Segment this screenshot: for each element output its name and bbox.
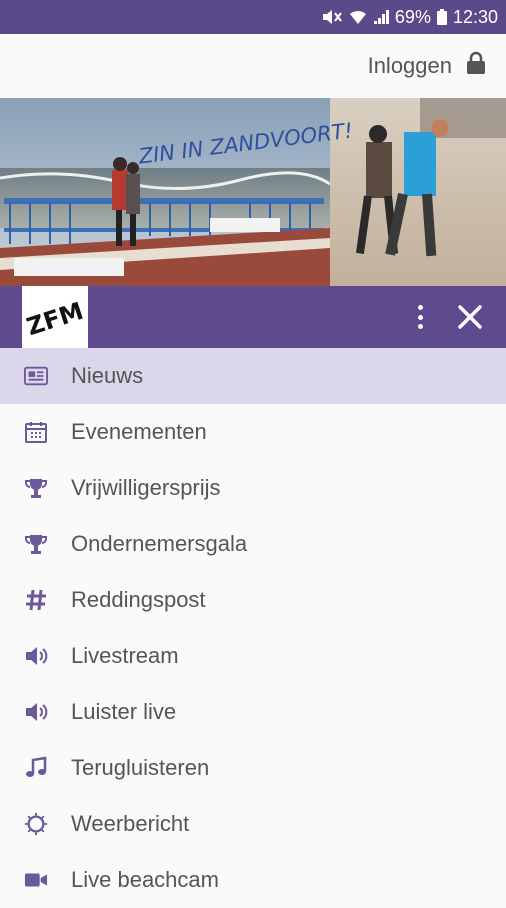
menu-item-reddingspost[interactable]: Reddingspost xyxy=(0,572,506,628)
header-banner-image: ZIN IN ZANDVOORT! xyxy=(0,98,506,286)
speaker-icon xyxy=(24,700,48,724)
clock: 12:30 xyxy=(452,6,498,27)
trophy-icon xyxy=(24,532,48,556)
status-bar: 69% 12:30 xyxy=(0,0,506,34)
speaker-icon xyxy=(24,644,48,668)
calendar-icon xyxy=(24,420,48,444)
menu-item-label: Terugluisteren xyxy=(71,755,210,780)
menu-item-label: Luister live xyxy=(71,699,177,724)
signal-icon xyxy=(373,9,389,25)
menu-item-evenementen[interactable]: Evenementen xyxy=(0,404,506,460)
menu-item-label: Weerbericht xyxy=(71,811,190,836)
menu-item-label: Reddingspost xyxy=(71,587,206,612)
menu-item-label: Ondernemersgala xyxy=(71,531,248,556)
menu-item-label: Nieuws xyxy=(71,363,144,388)
menu-item-terugluisteren[interactable]: Terugluisteren xyxy=(0,740,506,796)
close-icon[interactable] xyxy=(456,303,484,331)
lock-icon[interactable] xyxy=(466,51,486,81)
more-options-icon[interactable] xyxy=(412,302,428,332)
wifi-icon xyxy=(349,9,367,25)
sun-icon xyxy=(24,812,48,836)
mute-icon xyxy=(321,9,343,25)
video-camera-icon xyxy=(24,868,48,892)
zfm-logo: ZFM xyxy=(22,286,88,348)
menu-item-label: Livestream xyxy=(71,643,179,668)
navigation-menu: Nieuws Evenementen Vrijwilligersprijs On… xyxy=(0,348,506,908)
menu-item-weerbericht[interactable]: Weerbericht xyxy=(0,796,506,852)
battery-icon xyxy=(436,9,447,25)
menu-item-label: Evenementen xyxy=(71,419,207,444)
menu-item-label: Live beachcam xyxy=(71,867,219,892)
menu-item-nieuws[interactable]: Nieuws xyxy=(0,348,506,404)
menu-item-livestream[interactable]: Livestream xyxy=(0,628,506,684)
menu-item-label: Vrijwilligersprijs xyxy=(71,475,221,500)
battery-percentage: 69% xyxy=(394,6,431,27)
login-bar: Inloggen xyxy=(0,34,506,98)
menu-item-luister-live[interactable]: Luister live xyxy=(0,684,506,740)
newspaper-icon xyxy=(24,364,48,388)
trophy-icon xyxy=(24,476,48,500)
hashtag-icon xyxy=(24,588,48,612)
music-note-icon xyxy=(24,756,48,780)
login-link[interactable]: Inloggen xyxy=(368,53,452,79)
menu-item-vrijwilligersprijs[interactable]: Vrijwilligersprijs xyxy=(0,460,506,516)
menu-item-ondernemersgala[interactable]: Ondernemersgala xyxy=(0,516,506,572)
logo-text: ZFM xyxy=(25,297,85,341)
